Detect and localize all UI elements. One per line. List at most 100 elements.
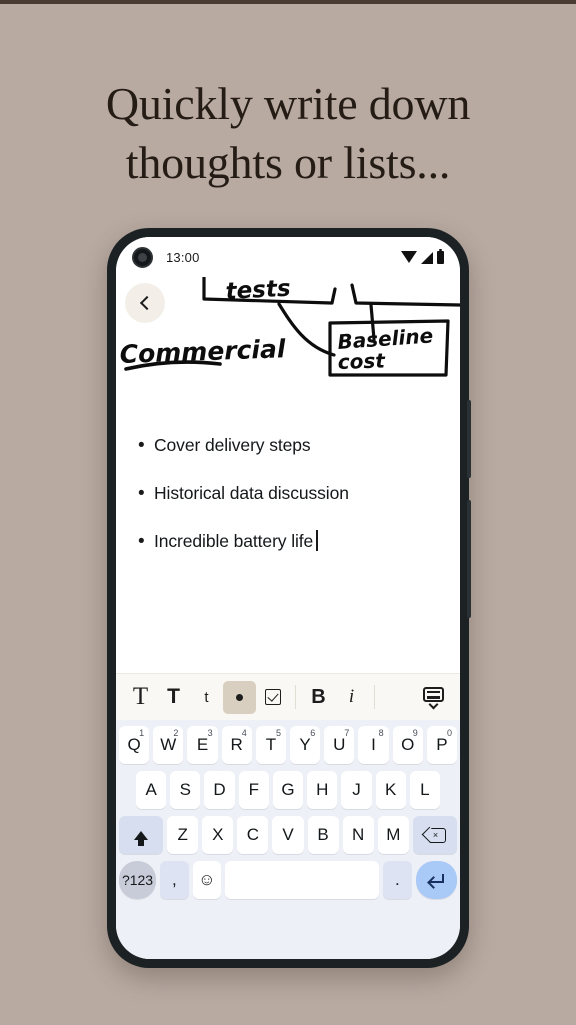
- key-sup: 8: [378, 728, 384, 738]
- list-item[interactable]: • Historical data discussion: [138, 482, 440, 505]
- symbols-key[interactable]: ?123: [119, 861, 157, 899]
- key-sup: 5: [275, 728, 281, 738]
- period-key[interactable]: .: [383, 861, 412, 899]
- comma-key[interactable]: ,: [160, 861, 189, 899]
- heading-medium-button[interactable]: T: [157, 681, 190, 714]
- list-item[interactable]: • Cover delivery steps: [138, 434, 440, 457]
- toolbar-divider: [295, 685, 296, 709]
- key-e[interactable]: 3E: [187, 726, 218, 764]
- key-o[interactable]: 9O: [392, 726, 423, 764]
- key-y[interactable]: 6Y: [290, 726, 321, 764]
- front-camera-punchhole: [132, 246, 153, 268]
- key-m[interactable]: M: [377, 816, 409, 854]
- key-l[interactable]: L: [409, 771, 440, 809]
- bold-icon: B: [311, 685, 326, 708]
- svg-text:tests: tests: [225, 277, 291, 305]
- heading-medium-icon: T: [167, 685, 180, 708]
- keyboard-row-4: ?123 , ☺ .: [119, 861, 457, 899]
- key-s[interactable]: S: [170, 771, 201, 809]
- back-button[interactable]: [125, 283, 165, 323]
- checklist-button[interactable]: [256, 681, 289, 714]
- key-r[interactable]: 4R: [221, 726, 252, 764]
- enter-arrow-icon: [428, 874, 444, 886]
- key-label: E: [196, 735, 209, 754]
- shift-key[interactable]: [119, 816, 164, 854]
- italic-button[interactable]: i: [335, 681, 368, 714]
- key-h[interactable]: H: [307, 771, 338, 809]
- bullet-marker: •: [138, 531, 145, 552]
- backspace-icon: ×: [421, 826, 446, 843]
- status-bar: 13:00: [116, 237, 460, 277]
- key-sup: 7: [344, 728, 350, 738]
- promo-headline: Quickly write down thoughts or lists...: [0, 74, 576, 192]
- list-item[interactable]: • Incredible battery life: [138, 530, 440, 553]
- keyboard-row-2: A S D F G H J K L: [119, 771, 457, 809]
- on-screen-keyboard: 1Q 2W 3E 4R 5T 6Y 7U 8I 9O 0P A S D F G …: [116, 720, 460, 959]
- top-divider-rule: [0, 0, 576, 4]
- heading-small-button[interactable]: t: [190, 681, 223, 714]
- key-z[interactable]: Z: [167, 816, 199, 854]
- bold-button[interactable]: B: [302, 681, 335, 714]
- emoji-key[interactable]: ☺: [192, 861, 222, 899]
- wifi-icon: [401, 250, 417, 263]
- key-j[interactable]: J: [341, 771, 372, 809]
- key-x[interactable]: X: [202, 816, 234, 854]
- handwritten-sketch-canvas[interactable]: tests Commercial Baseline cost: [116, 277, 460, 377]
- status-bar-clock: 13:00: [166, 249, 200, 265]
- key-sup: 9: [412, 728, 418, 738]
- hide-keyboard-button[interactable]: [414, 678, 452, 716]
- key-q[interactable]: 1Q: [118, 726, 150, 764]
- key-sup: 0: [447, 728, 453, 738]
- heading-large-button[interactable]: T: [124, 681, 157, 714]
- list-item-text: Historical data discussion: [154, 483, 349, 503]
- key-k[interactable]: K: [375, 771, 406, 809]
- key-c[interactable]: C: [237, 816, 269, 854]
- key-a[interactable]: A: [136, 771, 167, 809]
- checkbox-icon: [264, 689, 281, 705]
- list-item-text: Incredible battery life: [154, 531, 314, 551]
- signal-icon: [421, 251, 433, 264]
- italic-icon: i: [348, 686, 355, 707]
- phone-screen: 13:00 tests Commercial Baseline cost • C…: [116, 237, 460, 959]
- backspace-key[interactable]: ×: [412, 816, 457, 854]
- key-sup: 1: [139, 728, 145, 738]
- key-p[interactable]: 0P: [426, 726, 458, 764]
- key-t[interactable]: 5T: [255, 726, 286, 764]
- sketch-drawing: tests Commercial Baseline cost: [119, 277, 460, 377]
- key-g[interactable]: G: [272, 771, 304, 809]
- note-body[interactable]: • Cover delivery steps • Historical data…: [116, 377, 460, 673]
- bullet-marker: •: [138, 435, 145, 456]
- svg-text:cost: cost: [337, 348, 386, 374]
- key-b[interactable]: B: [307, 816, 339, 854]
- keyboard-row-1: 1Q 2W 3E 4R 5T 6Y 7U 8I 9O 0P: [118, 726, 458, 764]
- key-label: T: [265, 735, 277, 754]
- key-u[interactable]: 7U: [324, 726, 355, 764]
- key-sup: 2: [173, 728, 179, 738]
- key-i[interactable]: 8I: [358, 726, 389, 764]
- text-cursor: [316, 530, 318, 551]
- bullet-list-button[interactable]: [223, 680, 256, 714]
- key-sup: 6: [310, 728, 316, 738]
- heading-large-icon: T: [132, 683, 149, 710]
- key-label: Y: [299, 735, 311, 754]
- enter-key[interactable]: [415, 861, 457, 899]
- key-d[interactable]: D: [204, 771, 235, 809]
- svg-text:Commercial: Commercial: [119, 334, 286, 369]
- key-label: W: [160, 735, 177, 754]
- key-w[interactable]: 2W: [153, 726, 184, 764]
- headline-line-1: Quickly write down: [105, 78, 471, 129]
- key-n[interactable]: N: [342, 816, 374, 854]
- space-key[interactable]: [225, 861, 380, 899]
- bullet-marker: •: [138, 483, 145, 504]
- power-button[interactable]: [467, 500, 471, 618]
- volume-button[interactable]: [467, 400, 471, 478]
- key-f[interactable]: F: [238, 771, 269, 809]
- keyboard-icon: [422, 686, 444, 709]
- headline-line-2: thoughts or lists...: [125, 137, 451, 188]
- key-v[interactable]: V: [272, 816, 304, 854]
- keyboard-row-3: Z X C V B N M ×: [119, 816, 457, 854]
- formatting-toolbar: T T t B i: [116, 673, 460, 720]
- toolbar-divider: [374, 685, 375, 709]
- shift-arrow-icon: [134, 830, 149, 846]
- key-label: I: [371, 735, 376, 754]
